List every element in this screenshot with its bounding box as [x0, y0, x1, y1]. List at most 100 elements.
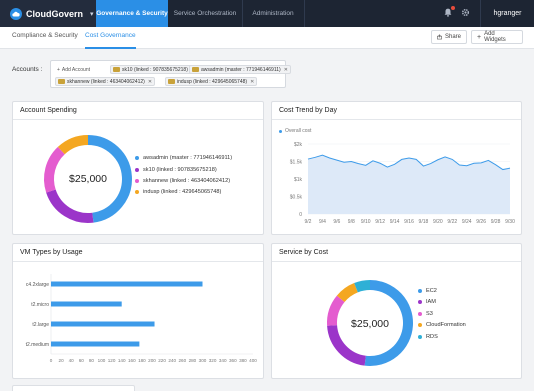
- account-icon: [192, 67, 199, 72]
- nav-tab-governance-security[interactable]: Governance & Security: [96, 0, 168, 27]
- accounts-label: Accounts :: [12, 66, 43, 73]
- panel-title: Account Spending: [20, 107, 77, 114]
- sub-navigation-bar: Compliance & Security Cost Governance Sh…: [0, 27, 534, 49]
- legend-label: CloudFormation: [426, 322, 466, 328]
- x-tick-label: 300: [199, 358, 207, 363]
- area-fill: [308, 155, 510, 214]
- x-tick-label: 9/30: [505, 219, 515, 225]
- bar[interactable]: [51, 341, 140, 347]
- x-tick-label: 200: [148, 358, 156, 363]
- y-tick-label: $1k: [294, 177, 303, 183]
- tab-compliance-security[interactable]: Compliance & Security: [12, 27, 78, 49]
- account-chip-label: indusp (linked : 429645065748): [177, 78, 248, 85]
- category-label: t2.micro: [31, 302, 49, 308]
- account-chip-label: skhannew (linked : 463404062412): [67, 78, 145, 85]
- y-tick-label: 0: [299, 212, 302, 218]
- donut-slice[interactable]: [354, 280, 371, 293]
- x-tick-label: 380: [239, 358, 247, 363]
- legend-swatch: [135, 179, 139, 183]
- x-tick-label: 9/28: [491, 219, 501, 225]
- legend-swatch: [135, 168, 139, 172]
- y-tick-label: $2k: [294, 142, 303, 148]
- chevron-down-icon[interactable]: ▾: [90, 10, 94, 18]
- close-icon[interactable]: ✕: [250, 79, 254, 85]
- legend-label: sk10 (linked : 907835675218): [143, 167, 217, 173]
- legend-label: Overall cost: [285, 128, 312, 134]
- plus-icon: +: [477, 33, 482, 41]
- nav-tab-service-orchestration[interactable]: Service Orchestration: [168, 0, 242, 27]
- donut-slice[interactable]: [46, 189, 94, 223]
- bar[interactable]: [51, 301, 122, 307]
- x-tick-label: 9/20: [433, 219, 443, 225]
- gear-icon[interactable]: [461, 8, 470, 17]
- x-tick-label: 240: [168, 358, 176, 363]
- account-chip-label: awsadmin (master : 771946146911): [201, 66, 281, 73]
- donut-center-label: $25,000: [351, 318, 389, 330]
- x-tick-label: 260: [178, 358, 186, 363]
- donut-slice[interactable]: [336, 283, 359, 303]
- cost-trend-area-chart: $2k $1.5k $1k $0.5k 09/2 9/4 9/6 9/8 9/10 9/12 9/1…: [290, 142, 515, 225]
- share-button[interactable]: Share: [431, 30, 467, 44]
- plus-icon: +: [57, 67, 60, 73]
- x-tick-label: 180: [138, 358, 146, 363]
- panel-title: Cost Trend by Day: [279, 107, 337, 114]
- legend-label: awsadmin (master : 771946146911): [143, 155, 233, 161]
- legend-item: CloudFormation: [418, 322, 466, 328]
- legend-item: IAM: [418, 299, 436, 305]
- user-menu[interactable]: hgranger: [480, 0, 534, 27]
- legend-swatch: [418, 323, 422, 327]
- cloud-logo-icon: [10, 7, 22, 20]
- close-icon[interactable]: ✕: [284, 67, 288, 73]
- accounts-selector[interactable]: + Add Account sk10 (linked : 90783567521…: [50, 60, 291, 88]
- legend-swatch: [418, 289, 422, 293]
- x-tick-label: 340: [219, 358, 227, 363]
- account-icon: [113, 67, 120, 72]
- x-tick-label: 360: [229, 358, 237, 363]
- bar[interactable]: [51, 281, 203, 287]
- x-tick-label: 9/24: [462, 219, 472, 225]
- brand[interactable]: CloudGovern ▾: [0, 0, 96, 27]
- add-account-button[interactable]: + Add Account: [57, 67, 90, 73]
- nav-tab-administration[interactable]: Administration: [242, 0, 304, 27]
- service-cost-donut-chart: $25,000: [327, 280, 413, 366]
- x-tick-label: 9/10: [361, 219, 371, 225]
- legend-label: skhannew (linked : 463404062412): [143, 178, 231, 184]
- donut-slice[interactable]: [327, 295, 345, 326]
- x-tick-label: 9/22: [447, 219, 457, 225]
- tab-cost-governance[interactable]: Cost Governance: [85, 27, 136, 49]
- account-chip[interactable]: sk10 (linked : 907835675218) ✕: [110, 65, 199, 74]
- x-tick-label: 9/16: [404, 219, 414, 225]
- legend-item: indusp (linked : 429645065748): [135, 189, 221, 195]
- x-tick-label: 140: [118, 358, 126, 363]
- account-icon: [58, 79, 65, 84]
- y-tick-label: $1.5k: [290, 160, 303, 166]
- account-chip[interactable]: skhannew (linked : 463404062412) ✕: [55, 77, 156, 86]
- account-chip[interactable]: awsadmin (master : 771946146911) ✕: [189, 65, 291, 74]
- donut-slice[interactable]: [327, 324, 367, 366]
- x-tick-label: 220: [158, 358, 166, 363]
- bar[interactable]: [51, 321, 155, 327]
- notification-badge: [451, 6, 455, 10]
- x-tick-label: 60: [79, 358, 85, 363]
- legend-label: indusp (linked : 429645065748): [143, 189, 222, 195]
- account-chip[interactable]: indusp (linked : 429645065748) ✕: [165, 77, 258, 86]
- vm-types-panel: VM Types by Usage c4.2xlarge t2.micro t2.l…: [12, 243, 264, 379]
- legend-label: S3: [426, 311, 433, 317]
- category-label: t2.medium: [26, 342, 49, 348]
- close-icon[interactable]: ✕: [148, 79, 152, 85]
- nav-divider: [304, 0, 305, 27]
- x-tick-label: 280: [189, 358, 197, 363]
- donut-slice[interactable]: [44, 146, 65, 193]
- partial-panel: [12, 385, 135, 391]
- account-chip-label: sk10 (linked : 907835675218): [122, 66, 188, 73]
- x-tick-label: 40: [69, 358, 75, 363]
- x-tick-label: 80: [89, 358, 95, 363]
- x-tick-label: 9/26: [476, 219, 486, 225]
- divider: [272, 261, 521, 262]
- donut-slice[interactable]: [57, 135, 89, 155]
- legend-item: Overall cost: [279, 128, 311, 134]
- top-navigation-bar: CloudGovern ▾ Governance & Security Serv…: [0, 0, 534, 27]
- add-widgets-button[interactable]: + Add Widgets: [471, 30, 523, 44]
- x-tick-label: 9/2: [305, 219, 312, 225]
- share-label: Share: [444, 34, 461, 40]
